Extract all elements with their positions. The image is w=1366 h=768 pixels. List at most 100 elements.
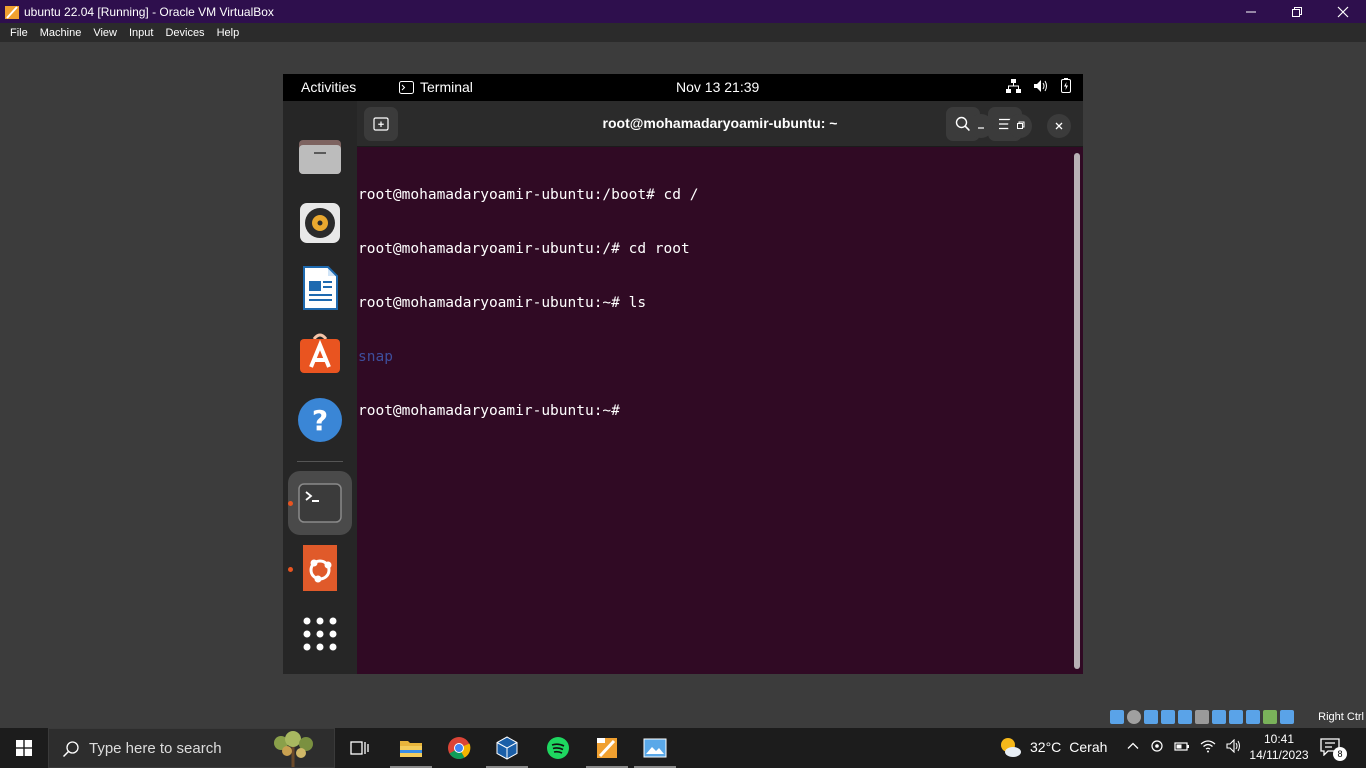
vbox-menubar: File Machine View Input Devices Help xyxy=(0,23,1366,42)
vbox-statusbar: Right Ctrl xyxy=(0,706,1366,728)
meet-now-icon[interactable] xyxy=(1150,739,1164,753)
taskbar-spotify[interactable] xyxy=(534,728,582,768)
taskbar-search[interactable]: Type here to search xyxy=(48,728,335,768)
close-button[interactable] xyxy=(1320,0,1366,23)
chevron-up-icon[interactable] xyxy=(1126,739,1140,753)
terminal-maximize-button[interactable] xyxy=(1008,114,1032,138)
svg-text:?: ? xyxy=(312,404,328,437)
weather-widget[interactable]: 32°C Cerah xyxy=(998,736,1107,758)
usb-icon[interactable] xyxy=(1178,710,1192,724)
terminal-prompt: root@mohamadaryoamir-ubuntu:~# xyxy=(358,403,620,419)
ubuntu-dock: ? xyxy=(283,101,357,674)
menu-input[interactable]: Input xyxy=(123,27,159,39)
volume-icon xyxy=(1034,79,1047,92)
taskbar-clock[interactable]: 10:41 14/11/2023 xyxy=(1244,731,1314,763)
file-explorer-icon xyxy=(400,741,422,757)
dock-ubuntu-installer[interactable] xyxy=(297,545,343,591)
app-menu[interactable]: Terminal xyxy=(399,79,473,95)
menu-view[interactable]: View xyxy=(87,27,123,39)
taskbar-photos[interactable] xyxy=(631,728,679,768)
menu-help[interactable]: Help xyxy=(211,27,246,39)
chrome-icon xyxy=(448,737,471,759)
optical-drive-icon[interactable] xyxy=(1127,710,1141,724)
task-view-icon xyxy=(350,741,369,755)
gnome-topbar: Activities Terminal Nov 13 21:39 xyxy=(283,74,1083,101)
search-icon xyxy=(62,741,79,758)
battery-charging-icon[interactable] xyxy=(1174,739,1190,753)
terminal-headerbar: root@mohamadaryoamir-ubuntu: ~ xyxy=(357,101,1083,147)
app-grid-icon xyxy=(303,617,337,651)
new-tab-button[interactable] xyxy=(364,107,398,141)
taskbar-virtualbox-vm[interactable] xyxy=(583,728,631,768)
photos-icon xyxy=(643,738,667,758)
start-button[interactable] xyxy=(0,728,48,768)
ubuntu-installer-icon xyxy=(303,545,337,591)
close-icon xyxy=(1337,6,1349,17)
close-icon xyxy=(1055,122,1063,130)
dock-terminal[interactable] xyxy=(297,480,343,526)
minimize-button[interactable] xyxy=(1228,0,1274,23)
menu-devices[interactable]: Devices xyxy=(159,27,210,39)
dock-libreoffice-writer[interactable] xyxy=(297,265,343,311)
activities-button[interactable]: Activities xyxy=(301,79,356,95)
notification-center-button[interactable]: 8 xyxy=(1320,738,1350,762)
dock-ubuntu-software[interactable] xyxy=(297,330,343,376)
dock-separator xyxy=(297,461,343,462)
dock-rhythmbox[interactable] xyxy=(297,200,343,246)
keyboard-capture-icon[interactable] xyxy=(1280,710,1294,724)
terminal-body[interactable]: root@mohamadaryoamir-ubuntu:/boot# cd / … xyxy=(357,147,1083,674)
dock-help[interactable]: ? xyxy=(297,397,343,443)
terminal-app-icon xyxy=(399,80,414,94)
taskbar-file-explorer[interactable] xyxy=(387,728,435,768)
task-view-button[interactable] xyxy=(336,728,384,768)
dock-show-apps[interactable] xyxy=(297,611,343,657)
recording-icon[interactable] xyxy=(1229,710,1243,724)
windows-taskbar: Type here to search 32°C Cerah 10:41 14/… xyxy=(0,728,1366,768)
terminal-line: root@mohamadaryoamir-ubuntu:/boot# cd / xyxy=(358,187,699,203)
mouse-integration-icon[interactable] xyxy=(1263,710,1277,724)
harddisk-icon[interactable] xyxy=(1110,710,1124,724)
vbox-device-indicators xyxy=(1110,710,1294,724)
menu-machine[interactable]: Machine xyxy=(34,27,88,39)
vt-x-icon[interactable] xyxy=(1246,710,1260,724)
host-key-label: Right Ctrl xyxy=(1318,711,1364,723)
windows-logo-icon xyxy=(16,740,32,756)
restore-icon xyxy=(1017,121,1025,129)
wifi-icon[interactable] xyxy=(1200,739,1216,753)
weather-temperature: 32°C xyxy=(1030,739,1062,755)
new-tab-icon xyxy=(373,117,389,131)
display-icon[interactable] xyxy=(1212,710,1226,724)
terminal-scrollbar[interactable] xyxy=(1074,153,1080,669)
terminal-line: root@mohamadaryoamir-ubuntu:/# cd root xyxy=(358,241,690,257)
taskbar-chrome[interactable] xyxy=(435,728,483,768)
virtualbox-icon xyxy=(5,5,19,19)
network-icon[interactable] xyxy=(1161,710,1175,724)
dock-files[interactable] xyxy=(297,134,343,180)
battery-icon xyxy=(1061,78,1071,93)
app-menu-label: Terminal xyxy=(420,79,473,95)
notification-badge: 8 xyxy=(1333,747,1347,761)
terminal-minimize-button[interactable] xyxy=(969,114,993,138)
audio-icon[interactable] xyxy=(1144,710,1158,724)
running-indicator xyxy=(288,501,293,506)
clock-time: 10:41 xyxy=(1263,732,1295,746)
minimize-icon xyxy=(978,127,984,129)
guest-screen[interactable]: Activities Terminal Nov 13 21:39 ? root@… xyxy=(283,74,1083,674)
search-placeholder: Type here to search xyxy=(89,740,222,757)
gnome-clock[interactable]: Nov 13 21:39 xyxy=(676,79,759,95)
spotify-icon xyxy=(547,737,569,759)
minimize-icon xyxy=(1246,11,1256,12)
gnome-system-tray[interactable] xyxy=(1006,78,1071,93)
clock-date: 14/11/2023 xyxy=(1249,748,1309,762)
terminal-close-button[interactable] xyxy=(1047,114,1071,138)
taskbar-virtualbox[interactable] xyxy=(483,728,531,768)
virtualbox-cube-icon xyxy=(496,736,518,760)
vm-window-icon xyxy=(597,738,617,758)
restore-button[interactable] xyxy=(1274,0,1320,23)
shared-folders-icon[interactable] xyxy=(1195,710,1209,724)
restore-icon xyxy=(1292,6,1302,17)
terminal-line-directory: snap xyxy=(358,349,393,365)
speaker-icon[interactable] xyxy=(1226,739,1242,753)
software-store-icon xyxy=(300,333,340,373)
menu-file[interactable]: File xyxy=(4,27,34,39)
